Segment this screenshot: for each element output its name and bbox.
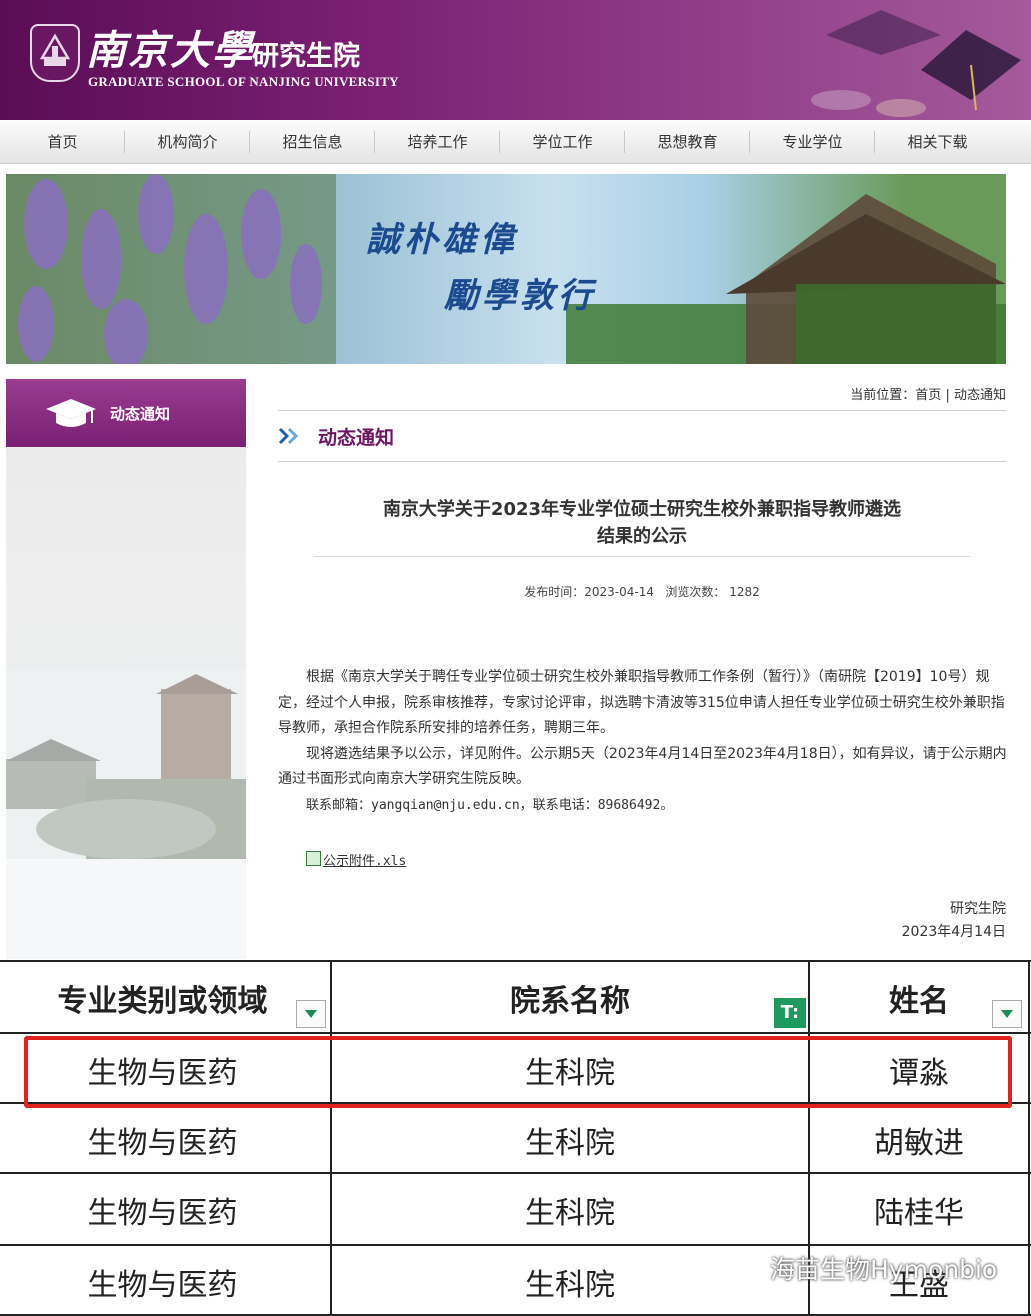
- article-paragraph: 联系邮箱：yangqian@nju.edu.cn，联系电话：89686492。: [306, 797, 674, 813]
- sidebar-tab-notices[interactable]: 动态通知: [6, 379, 246, 447]
- article-signature: 研究生院 2023年4月14日: [902, 898, 1006, 944]
- double-chevron-icon: [278, 427, 299, 445]
- graduation-caps-decoration: [811, 10, 1021, 117]
- nav-item-admissions[interactable]: 招生信息: [250, 121, 375, 163]
- breadcrumb: 当前位置：首页 | 动态通知: [760, 384, 1006, 403]
- school-name: 研究生院: [252, 41, 360, 72]
- article-body: 根据《南京大学关于聘任专业学位硕士研究生校外兼职指导教师工作条例（暂行）》（南研…: [278, 665, 1008, 818]
- watermark-text: 海苗生物Hymonbio: [770, 1255, 998, 1284]
- article-title-line1: 南京大学关于2023年专业学位硕士研究生校外兼职指导教师遴选: [382, 499, 902, 520]
- article-paragraph: 现将遴选结果予以公示，详见附件。公示期5天（2023年4月14日至2023年4月…: [278, 745, 1007, 788]
- breadcrumb-home-link[interactable]: 首页: [915, 388, 941, 403]
- attachment-filename: 公示附件.xls: [323, 854, 407, 869]
- column-header-field: 专业类别或领域: [57, 984, 268, 1019]
- attachment-link[interactable]: 公示附件.xls: [306, 850, 406, 869]
- breadcrumb-separator: |: [945, 388, 950, 403]
- nav-item-training[interactable]: 培养工作: [375, 121, 500, 163]
- banner-motto-line1: 誠朴雄偉: [366, 220, 518, 260]
- university-logo-text[interactable]: 南京大學: [86, 18, 254, 76]
- article-title: 南京大学关于2023年专业学位硕士研究生校外兼职指导教师遴选 结果的公示: [314, 496, 970, 557]
- table-cell: 生物与医药: [87, 1268, 238, 1303]
- excel-file-icon: [306, 851, 321, 866]
- article-paragraph: 根据《南京大学关于聘任专业学位硕士研究生校外兼职指导教师工作条例（暂行）》（南研…: [278, 669, 1005, 736]
- nav-item-ideology[interactable]: 思想教育: [625, 121, 750, 163]
- wechat-icon: [729, 1258, 761, 1280]
- filter-dropdown-icon[interactable]: [296, 1000, 326, 1028]
- campus-banner: 誠朴雄偉 勵學敦行: [6, 174, 1006, 364]
- table-cell: 生物与医药: [87, 1196, 238, 1231]
- watermark: 海苗生物Hymonbio: [728, 1250, 997, 1286]
- table-cell: 生科院: [525, 1126, 615, 1161]
- active-filter-icon[interactable]: T:: [774, 998, 806, 1028]
- breadcrumb-current-link[interactable]: 动态通知: [954, 388, 1006, 403]
- site-header: 南京大學 研究生院 GRADUATE SCHOOL OF NANJING UNI…: [0, 0, 1031, 120]
- filter-dropdown-icon[interactable]: [992, 1000, 1022, 1028]
- sidebar: 动态通知: [6, 379, 246, 959]
- sidebar-tab-label: 动态通知: [110, 405, 171, 423]
- mortarboard-icon: [46, 399, 96, 427]
- row-highlight-box: [24, 1036, 1012, 1108]
- section-title: 动态通知: [318, 427, 395, 449]
- nav-item-about[interactable]: 机构简介: [125, 121, 250, 163]
- nav-item-degrees[interactable]: 学位工作: [500, 121, 625, 163]
- table-cell: 陆桂华: [874, 1196, 964, 1231]
- nav-item-professional-degrees[interactable]: 专业学位: [750, 121, 875, 163]
- section-header: 动态通知: [278, 410, 1006, 462]
- table-cell: 胡敏进: [874, 1126, 964, 1161]
- school-name-en: GRADUATE SCHOOL OF NANJING UNIVERSITY: [88, 74, 399, 89]
- table-cell: 生科院: [525, 1196, 615, 1231]
- column-header-department: 院系名称: [510, 984, 630, 1019]
- nav-item-downloads[interactable]: 相关下载: [875, 121, 1000, 163]
- university-seal-icon: [30, 24, 80, 82]
- article-meta: 发布时间：2023-04-14 浏览次数： 1282: [524, 585, 760, 599]
- nav-item-home[interactable]: 首页: [0, 121, 125, 163]
- signer-name: 研究生院: [950, 901, 1006, 917]
- table-cell: 生物与医药: [87, 1126, 238, 1161]
- signature-date: 2023年4月14日: [901, 924, 1006, 940]
- article-title-line2: 结果的公示: [597, 526, 687, 547]
- sidebar-campus-image: [6, 669, 246, 959]
- breadcrumb-prefix: 当前位置：: [850, 388, 916, 403]
- banner-motto-line2: 勵學敦行: [444, 276, 596, 316]
- main-nav: 首页 机构简介 招生信息 培养工作 学位工作 思想教育 专业学位 相关下载: [0, 121, 1031, 164]
